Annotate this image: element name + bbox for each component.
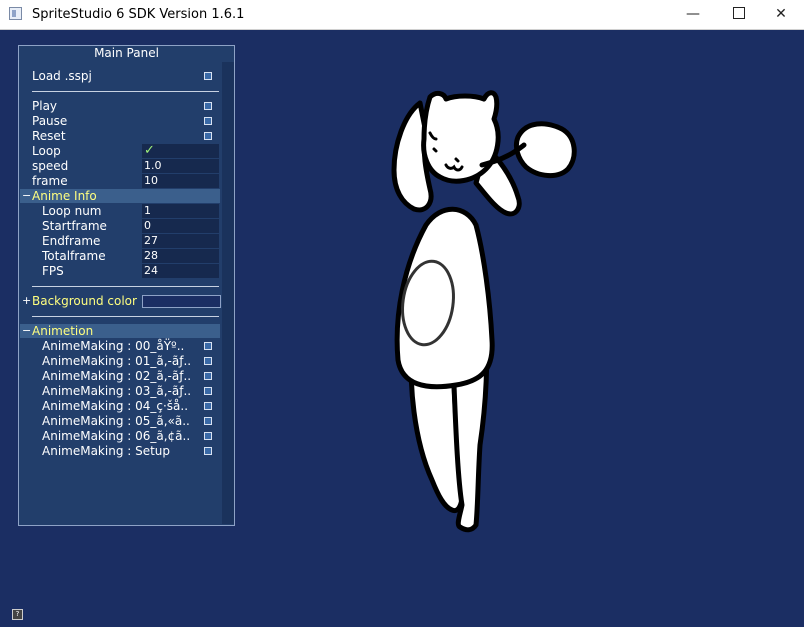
animation-item-checkbox[interactable] (204, 432, 212, 440)
animation-item-checkbox[interactable] (204, 372, 212, 380)
animation-item-label: AnimeMaking : 04_ç·šå.. (42, 399, 189, 413)
background-color-swatch[interactable] (142, 295, 221, 308)
endframe-value: 27 (142, 234, 219, 248)
pause-label: Pause (32, 114, 68, 128)
totalframe-label: Totalframe (42, 249, 106, 263)
separator-2 (32, 286, 219, 287)
loop-num-label: Loop num (42, 204, 102, 218)
info-icon[interactable]: ? (12, 609, 23, 620)
anime-info-title-row: Anime Info (32, 189, 97, 204)
expand-icon[interactable]: + (22, 294, 32, 308)
animation-item[interactable]: AnimeMaking : 03_ã,-ãƒ.. (42, 384, 191, 399)
totalframe-value: 28 (142, 249, 219, 263)
reset-row[interactable]: Reset (32, 129, 66, 144)
fps-value: 24 (142, 264, 219, 278)
animation-item-checkbox[interactable] (204, 342, 212, 350)
frame-row: frame (32, 174, 68, 189)
cat-eye-right (454, 157, 460, 163)
separator-1 (32, 91, 219, 92)
loop-num-value: 1 (142, 204, 219, 218)
window-title: SpriteStudio 6 SDK Version 1.6.1 (32, 7, 245, 22)
animation-item-checkbox[interactable] (204, 447, 212, 455)
close-button[interactable]: ✕ (758, 0, 804, 29)
collapse-icon[interactable]: − (22, 189, 32, 203)
startframe-row: Startframe (42, 219, 107, 234)
animation-item-checkbox[interactable] (204, 387, 212, 395)
load-checkbox[interactable] (204, 72, 212, 80)
cat-sprite (391, 90, 577, 533)
play-row[interactable]: Play (32, 99, 57, 114)
startframe-label: Startframe (42, 219, 107, 233)
animation-item[interactable]: AnimeMaking : Setup (42, 444, 170, 459)
load-label: Load .sspj (32, 69, 92, 83)
anime-info-title: Anime Info (32, 189, 97, 203)
animation-item-label: AnimeMaking : 03_ã,-ãƒ.. (42, 384, 192, 398)
speed-row: speed (32, 159, 68, 174)
speed-label: speed (32, 159, 69, 173)
startframe-value: 0 (142, 219, 219, 233)
animation-item-checkbox[interactable] (204, 402, 212, 410)
animation-item[interactable]: AnimeMaking : 04_ç·šå.. (42, 399, 188, 414)
cat-eye-left (432, 147, 438, 153)
animation-item-label: AnimeMaking : Setup (42, 444, 171, 458)
reset-label: Reset (32, 129, 66, 143)
animation-item[interactable]: AnimeMaking : 05_ã,«ã.. (42, 414, 190, 429)
maximize-button[interactable] (716, 0, 762, 29)
animation-item-label: AnimeMaking : 01_ã,-ãƒ.. (42, 354, 192, 368)
background-color-row: Background color (32, 294, 137, 309)
play-checkbox[interactable] (204, 102, 212, 110)
loop-row: Loop (32, 144, 61, 159)
animation-item-label: AnimeMaking : 00_åŸº.. (42, 339, 185, 353)
main-panel: Main Panel Load .sspj Play Pause Reset L… (18, 45, 235, 526)
animation-item-label: AnimeMaking : 06_ã,¢ã.. (42, 429, 191, 443)
animation-item-label: AnimeMaking : 02_ã,-ãƒ.. (42, 369, 192, 383)
fps-label: FPS (42, 264, 64, 278)
speed-input[interactable]: 1.0 (142, 159, 219, 173)
reset-checkbox[interactable] (204, 132, 212, 140)
panel-title: Main Panel (94, 46, 159, 60)
endframe-row: Endframe (42, 234, 100, 249)
background-color-label: Background color (32, 294, 137, 308)
frame-label: frame (32, 174, 68, 188)
minimize-button[interactable]: — (670, 0, 716, 29)
animation-item[interactable]: AnimeMaking : 00_åŸº.. (42, 339, 184, 354)
animation-item[interactable]: AnimeMaking : 01_ã,-ãƒ.. (42, 354, 191, 369)
panel-scrollbar[interactable] (222, 62, 234, 524)
loop-label: Loop (32, 144, 61, 158)
collapse-icon-2[interactable]: − (22, 324, 32, 338)
animation-item-label: AnimeMaking : 05_ã,«ã.. (42, 414, 190, 428)
loop-num-row: Loop num (42, 204, 102, 219)
load-row[interactable]: Load .sspj (32, 69, 92, 84)
animation-item[interactable]: AnimeMaking : 02_ã,-ãƒ.. (42, 369, 191, 384)
frame-input[interactable]: 10 (142, 174, 219, 188)
pause-row[interactable]: Pause (32, 114, 67, 129)
animation-title: Animetion (32, 324, 94, 338)
animation-item[interactable]: AnimeMaking : 06_ã,¢ã.. (42, 429, 190, 444)
totalframe-row: Totalframe (42, 249, 106, 264)
cat-paw (513, 121, 577, 178)
animation-item-checkbox[interactable] (204, 357, 212, 365)
pause-checkbox[interactable] (204, 117, 212, 125)
fps-row: FPS (42, 264, 64, 279)
animation-title-row: Animetion (32, 324, 93, 339)
app-icon (9, 7, 22, 20)
animation-item-checkbox[interactable] (204, 417, 212, 425)
maximize-icon (733, 6, 745, 19)
check-icon: ✓ (144, 143, 155, 158)
play-label: Play (32, 99, 58, 113)
endframe-label: Endframe (42, 234, 101, 248)
title-bar: SpriteStudio 6 SDK Version 1.6.1 — ✕ (0, 0, 804, 30)
separator-3 (32, 316, 219, 317)
